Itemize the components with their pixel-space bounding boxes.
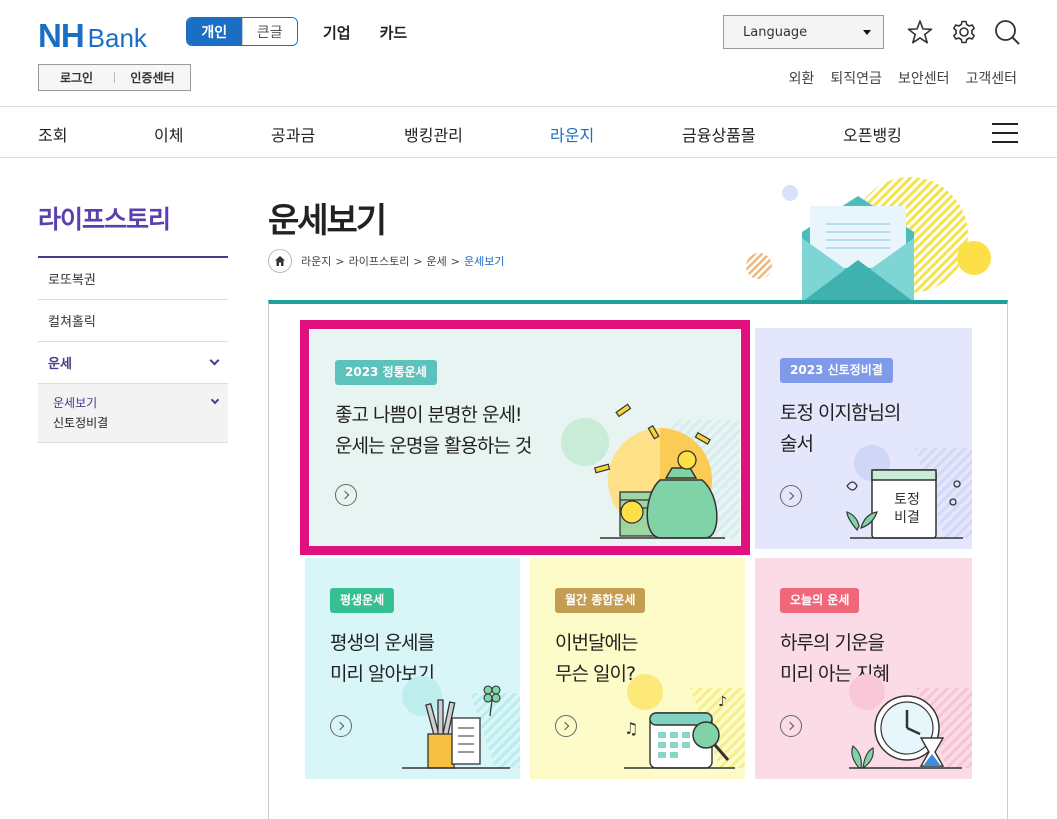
util-link-customer[interactable]: 고객센터 [965, 68, 1017, 88]
sidebar-item-label: 컬쳐홀릭 [48, 315, 96, 330]
nav-utility-bills[interactable]: 공과금 [271, 122, 315, 146]
breadcrumb-separator: > [413, 254, 423, 268]
card-text: 좋고 나쁨이 분명한 운세! 운세는 운명을 활용하는 것 [335, 400, 532, 462]
card-today-fortune[interactable]: 오늘의 운세 하루의 기운을 미리 아는 지혜 [755, 558, 972, 779]
nh-bank-logo[interactable]: NH Bank [38, 17, 147, 55]
card-line: 평생의 운세를 [330, 632, 435, 654]
sidebar-sub-label: 신토정비결 [53, 415, 109, 430]
star-icon[interactable] [906, 18, 934, 46]
card-tojeong[interactable]: 2023 신토정비결 토정 이지함님의 술서 토정 비결 [755, 328, 972, 549]
svg-text:♫: ♫ [624, 719, 638, 738]
utility-links: 외환 퇴직연금 보안센터 고객센터 [789, 68, 1017, 88]
arrow-right-icon[interactable] [555, 715, 577, 737]
sidebar-item-fortune[interactable]: 운세 [38, 342, 228, 384]
top-menu: 기업 카드 [323, 22, 407, 43]
personal-largefont-toggle: 개인 큰글 [186, 17, 298, 46]
card-monthly-fortune[interactable]: 월간 종합운세 이번달에는 무슨 일이? ♫ ♪ [530, 558, 745, 779]
card-annual-fortune[interactable]: 2023 정통운세 좋고 나쁨이 분명한 운세! 운세는 운명을 활용하는 것 [310, 330, 740, 548]
sidebar-sub-tojeong[interactable]: 신토정비결 [53, 412, 218, 432]
card-line: 이번달에는 [555, 632, 638, 654]
tojeong-book-illustration [846, 445, 972, 539]
main-nav: 조회 이체 공과금 뱅킹관리 라운지 금융상품몰 오픈뱅킹 [0, 106, 1057, 158]
sidebar-item-label: 로또복권 [48, 273, 96, 288]
login-link[interactable]: 로그인 [39, 69, 114, 86]
pencil-cup-illustration [402, 676, 520, 769]
breadcrumb-current: 운세보기 [464, 255, 505, 268]
breadcrumb-separator: > [450, 254, 461, 268]
nav-lounge[interactable]: 라운지 [550, 122, 594, 146]
arrow-right-icon[interactable] [780, 715, 802, 737]
card-badge: 2023 정통운세 [335, 360, 437, 385]
sidebar-title: 라이프스토리 [38, 205, 171, 234]
search-icon[interactable] [993, 18, 1021, 46]
breadcrumb-separator: > [335, 254, 345, 268]
book-label-line: 비결 [894, 510, 920, 526]
language-select[interactable]: Language [723, 15, 884, 49]
nav-inquiry[interactable]: 조회 [38, 122, 67, 146]
clock-hourglass-illustration [849, 674, 972, 770]
sidebar-submenu: 운세보기 신토정비결 [38, 384, 228, 443]
sidebar-item-culture[interactable]: 컬쳐홀릭 [38, 300, 228, 342]
menu-icon[interactable] [992, 123, 1018, 143]
nav-product-mall[interactable]: 금융상품몰 [682, 122, 756, 146]
money-bag-illustration [561, 403, 740, 539]
breadcrumb-item[interactable]: 라이프스토리 [349, 253, 410, 269]
util-link-pension[interactable]: 퇴직연금 [830, 68, 882, 88]
util-link-forex[interactable]: 외환 [789, 68, 815, 88]
login-box: 로그인 인증센터 [38, 64, 191, 91]
card-line: 토정 이지함님의 [780, 402, 901, 424]
card-badge: 평생운세 [330, 588, 395, 613]
large-font-tab[interactable]: 큰글 [241, 18, 297, 45]
card-lifetime-fortune[interactable]: 평생운세 평생의 운세를 미리 알아보기 [305, 558, 520, 779]
top-menu-card[interactable]: 카드 [380, 22, 408, 43]
sidebar-sub-label: 운세보기 [53, 395, 98, 410]
card-badge: 월간 종합운세 [555, 588, 646, 613]
envelope-illustration [746, 177, 991, 302]
book-label: 토정 비결 [877, 491, 937, 527]
arrow-right-icon[interactable] [335, 484, 357, 506]
sidebar-item-label: 운세 [48, 357, 72, 372]
breadcrumb-item[interactable]: 운세 [427, 253, 447, 269]
chevron-down-icon [210, 395, 220, 405]
chevron-down-icon [209, 355, 220, 366]
sidebar-nav: 로또복권 컬쳐홀릭 운세 운세보기 신토정비결 [38, 256, 228, 443]
card-badge: 오늘의 운세 [780, 588, 860, 613]
card-line: 하루의 기운을 [780, 632, 885, 654]
caret-down-icon [863, 29, 871, 35]
card-line: 운세는 운명을 활용하는 것 [335, 435, 532, 457]
breadcrumb: 라운지 > 라이프스토리 > 운세 > 운세보기 [268, 249, 505, 273]
language-label: Language [743, 24, 808, 40]
personal-tab[interactable]: 개인 [187, 18, 242, 45]
svg-text:♪: ♪ [718, 694, 727, 710]
nav-transfer[interactable]: 이체 [154, 122, 183, 146]
calendar-illustration: ♫ ♪ [624, 674, 745, 769]
book-label-line: 토정 [894, 492, 920, 508]
breadcrumb-item[interactable]: 라운지 [301, 253, 331, 269]
nav-banking-mgmt[interactable]: 뱅킹관리 [404, 122, 463, 146]
gear-icon[interactable] [950, 18, 978, 46]
sidebar-item-lotto[interactable]: 로또복권 [38, 258, 228, 300]
logo-nh-text: NH [38, 17, 85, 54]
top-menu-business[interactable]: 기업 [323, 22, 351, 43]
page-title: 운세보기 [268, 201, 387, 241]
card-badge: 2023 신토정비결 [780, 358, 893, 383]
sidebar-sub-fortune-view[interactable]: 운세보기 [53, 392, 220, 412]
util-link-security[interactable]: 보안센터 [898, 68, 950, 88]
card-line: 좋고 나쁨이 분명한 운세! [335, 404, 523, 426]
arrow-right-icon[interactable] [330, 715, 352, 737]
cert-center-link[interactable]: 인증센터 [115, 69, 190, 86]
home-icon[interactable] [268, 249, 292, 273]
arrow-right-icon[interactable] [780, 485, 802, 507]
nav-open-banking[interactable]: 오픈뱅킹 [843, 122, 902, 146]
logo-bank-text: Bank [87, 23, 147, 53]
